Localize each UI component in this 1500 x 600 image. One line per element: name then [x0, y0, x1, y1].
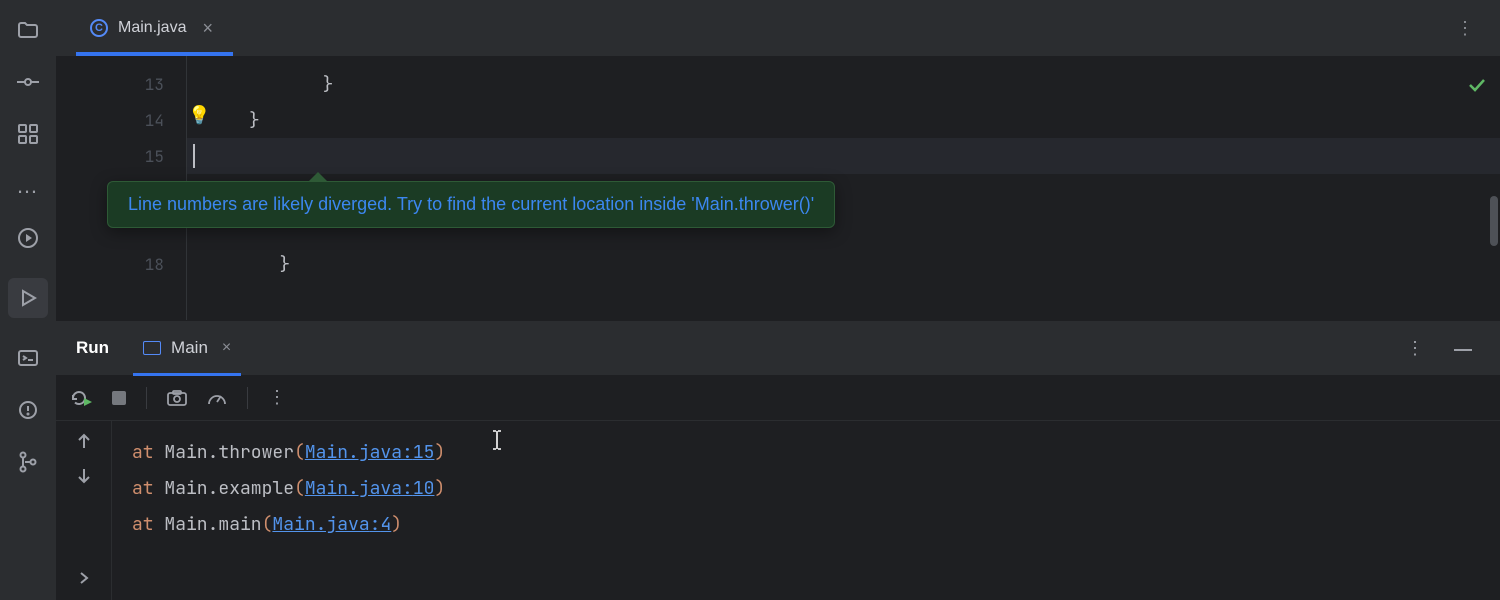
text-caret: [193, 144, 195, 168]
diverged-lines-tooltip: Line numbers are likely diverged. Try to…: [107, 181, 835, 228]
run-tab-label: Main: [171, 338, 208, 358]
console-output[interactable]: at Main.thrower(Main.java:15) at Main.ex…: [112, 421, 1500, 600]
close-icon[interactable]: ×: [218, 339, 231, 357]
code-editor[interactable]: 13 14 💡 15 18 } } static void thrower() …: [56, 56, 1500, 320]
project-icon[interactable]: [16, 18, 40, 42]
stack-frame: at Main.main(Main.java:4): [132, 507, 1500, 543]
tab-label: Main.java: [118, 19, 186, 37]
stack-link[interactable]: Main.java:4: [272, 513, 391, 536]
run-panel-title: Run: [76, 338, 109, 358]
application-icon: [143, 341, 161, 355]
run-icon[interactable]: [8, 278, 48, 318]
run-panel-options-icon[interactable]: ⋮: [1406, 338, 1426, 359]
editor-tab-bar: C Main.java × ⋮: [56, 0, 1500, 56]
stack-link[interactable]: Main.java:10: [305, 477, 435, 500]
minimize-icon[interactable]: [1454, 340, 1472, 356]
editor-tab-main-java[interactable]: C Main.java ×: [76, 0, 227, 56]
chevron-right-icon[interactable]: [78, 571, 90, 588]
commit-icon[interactable]: [16, 70, 40, 94]
services-icon[interactable]: [16, 226, 40, 250]
tab-overflow-menu-icon[interactable]: ⋮: [1456, 18, 1500, 39]
run-tool-window: Run Main × ⋮: [56, 320, 1500, 600]
screenshot-icon[interactable]: [167, 390, 187, 406]
console-gutter: [56, 421, 112, 600]
line-number[interactable]: 13: [56, 66, 186, 102]
more-icon[interactable]: …: [16, 174, 40, 198]
scroll-down-icon[interactable]: [77, 468, 91, 487]
stack-link[interactable]: Main.java:15: [305, 441, 435, 464]
scroll-up-icon[interactable]: [77, 433, 91, 452]
run-panel-header: Run Main × ⋮: [56, 321, 1500, 375]
stack-frame: at Main.example(Main.java:10): [132, 471, 1500, 507]
close-icon[interactable]: ×: [196, 18, 213, 39]
run-body: at Main.thrower(Main.java:15) at Main.ex…: [56, 421, 1500, 600]
code-content[interactable]: } } static void thrower() { } Line numbe…: [186, 56, 1500, 320]
terminal-icon[interactable]: [16, 346, 40, 370]
line-number[interactable]: 18: [56, 246, 186, 282]
java-class-icon: C: [90, 19, 108, 37]
toolbar-more-icon[interactable]: ⋮: [268, 387, 288, 408]
activity-bar: …: [0, 0, 56, 600]
run-tab-main[interactable]: Main ×: [143, 321, 231, 375]
stack-frame: at Main.thrower(Main.java:15): [132, 435, 1500, 471]
rerun-icon[interactable]: [70, 389, 92, 407]
line-number[interactable]: 14 💡: [56, 102, 186, 138]
run-toolbar: ⋮: [56, 375, 1500, 421]
stop-icon[interactable]: [112, 391, 126, 405]
vcs-icon[interactable]: [16, 450, 40, 474]
structure-icon[interactable]: [16, 122, 40, 146]
problems-icon[interactable]: [16, 398, 40, 422]
line-number[interactable]: 15: [56, 138, 186, 174]
profiler-icon[interactable]: [207, 390, 227, 406]
main-area: C Main.java × ⋮ 13 14 💡 15 18 } }: [56, 0, 1500, 600]
